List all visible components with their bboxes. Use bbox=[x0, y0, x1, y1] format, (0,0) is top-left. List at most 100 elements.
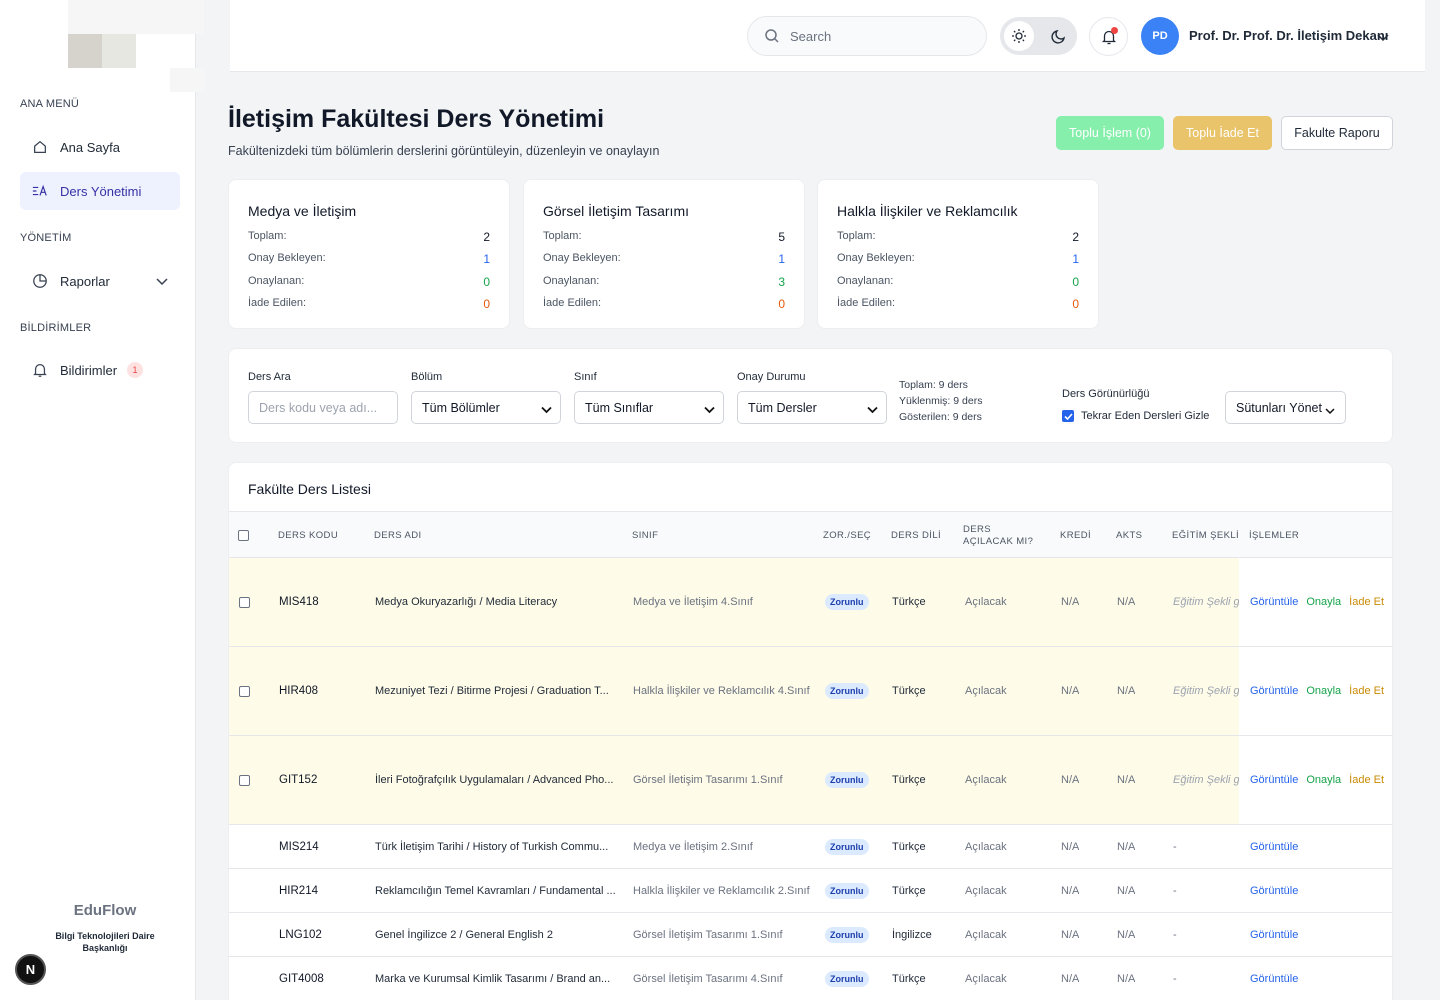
page-subtitle: Fakültenizdeki tüm bölümlerin derslerini… bbox=[228, 144, 660, 158]
table-row[interactable]: LNG102 Genel İngilizce 2 / General Englis… bbox=[229, 913, 1392, 957]
table-row[interactable]: GIT4008 Marka ve Kurumsal Kimlik Tasarımı… bbox=[229, 957, 1392, 1000]
course-code: MIS418 bbox=[279, 596, 319, 608]
header-name[interactable]: DERS ADI bbox=[374, 512, 422, 559]
chevron-down-icon[interactable] bbox=[1377, 30, 1389, 45]
course-credit: N/A bbox=[1061, 928, 1080, 941]
course-credit: N/A bbox=[1061, 685, 1080, 697]
table-row[interactable]: MIS214 Türk İletişim Tarihi / History of … bbox=[229, 825, 1392, 869]
sun-icon[interactable] bbox=[1004, 21, 1034, 51]
avatar[interactable]: PD bbox=[1141, 17, 1179, 55]
department-stat-card: Görsel İletişim Tasarımı Toplam: 5 Onay … bbox=[523, 179, 805, 329]
sidebar-item-label: Raporlar bbox=[60, 273, 110, 289]
approve-button[interactable]: Onayla bbox=[1306, 596, 1341, 608]
notification-dot bbox=[1111, 27, 1118, 34]
approve-button[interactable]: Onayla bbox=[1306, 685, 1341, 697]
corner-badge[interactable]: N bbox=[15, 954, 46, 985]
view-button[interactable]: Görüntüle bbox=[1250, 929, 1298, 941]
course-code: GIT152 bbox=[279, 774, 318, 786]
chevron-down-icon bbox=[704, 403, 715, 417]
stat-row-returned: İade Edilen: 0 bbox=[543, 297, 785, 311]
sidebar-item-home[interactable]: Ana Sayfa bbox=[20, 128, 180, 166]
stat-label: İade Edilen: bbox=[543, 297, 602, 309]
view-button[interactable]: Görüntüle bbox=[1250, 841, 1298, 853]
faculty-report-button[interactable]: Fakulte Raporu bbox=[1281, 116, 1393, 150]
header-mode[interactable]: EĞİTİM ŞEKLİ bbox=[1172, 512, 1239, 559]
approve-button[interactable]: Onayla bbox=[1306, 774, 1341, 786]
table-row[interactable]: HIR214 Reklamcılığın Temel Kavramları / F… bbox=[229, 869, 1392, 913]
table-row[interactable]: GIT152 İleri Fotoğrafçılık Uygulamaları /… bbox=[229, 736, 1392, 825]
sidebar-item-reports[interactable]: Raporlar bbox=[20, 262, 180, 300]
status-select[interactable]: Tüm Dersler bbox=[737, 391, 887, 424]
hide-repeating-toggle[interactable]: Tekrar Eden Dersleri Gizle bbox=[1062, 410, 1209, 422]
view-button[interactable]: Görüntüle bbox=[1250, 774, 1298, 786]
moon-icon[interactable] bbox=[1044, 21, 1074, 51]
course-ects: N/A bbox=[1117, 884, 1136, 897]
stat-row-total: Toplam: 2 bbox=[837, 230, 1079, 244]
bulk-return-button[interactable]: Toplu İade Et bbox=[1173, 116, 1272, 150]
stat-value: 2 bbox=[1072, 230, 1079, 244]
stat-label: Toplam: bbox=[248, 230, 287, 242]
return-button[interactable]: İade Et bbox=[1349, 596, 1384, 608]
header-open[interactable]: DERS AÇILACAK MI? bbox=[963, 512, 1043, 559]
table-row[interactable]: HIR408 Mezuniyet Tezi / Bitirme Projesi /… bbox=[229, 647, 1392, 736]
notifications-button[interactable] bbox=[1089, 17, 1128, 56]
course-name: Türk İletişim Tarihi / History of Turkis… bbox=[375, 840, 609, 853]
class-value: Tüm Sınıflar bbox=[585, 400, 654, 415]
header-code[interactable]: DERS KODU bbox=[278, 512, 338, 559]
course-list-icon bbox=[32, 183, 48, 199]
sidebar-item-label: Ana Sayfa bbox=[60, 139, 120, 155]
table-title: Fakülte Ders Listesi bbox=[248, 481, 371, 497]
card-title: Medya ve İletişim bbox=[248, 203, 357, 219]
select-all-checkbox[interactable] bbox=[238, 530, 249, 541]
stat-value: 1 bbox=[483, 252, 490, 266]
course-open-status: Açılacak bbox=[965, 928, 1007, 941]
row-checkbox[interactable] bbox=[239, 596, 250, 608]
brand-name: EduFlow bbox=[73, 902, 137, 919]
header-credit[interactable]: KREDİ bbox=[1060, 512, 1091, 559]
course-count-summary: Toplam: 9 ders Yüklenmiş: 9 ders Gösteri… bbox=[899, 377, 982, 425]
sidebar-item-notifications[interactable]: Bildirimler 1 bbox=[20, 351, 180, 389]
course-mode: - bbox=[1173, 928, 1177, 941]
table-row[interactable]: MIS418 Medya Okuryazarlığı / Media Litera… bbox=[229, 558, 1392, 647]
course-ects: N/A bbox=[1117, 840, 1136, 853]
course-open-status: Açılacak bbox=[965, 774, 1007, 786]
header-ects[interactable]: AKTS bbox=[1116, 512, 1142, 559]
header-type[interactable]: ZOR./SEÇ bbox=[823, 512, 871, 559]
course-language: Türkçe bbox=[892, 596, 926, 608]
return-button[interactable]: İade Et bbox=[1349, 774, 1384, 786]
search-input[interactable]: Search bbox=[747, 16, 987, 56]
department-select[interactable]: Tüm Bölümler bbox=[411, 391, 561, 424]
view-button[interactable]: Görüntüle bbox=[1250, 885, 1298, 897]
row-checkbox[interactable] bbox=[239, 774, 250, 786]
stat-value: 0 bbox=[483, 275, 490, 289]
course-code: HIR408 bbox=[279, 685, 318, 697]
row-checkbox[interactable] bbox=[239, 685, 250, 697]
course-open-status: Açılacak bbox=[965, 884, 1007, 897]
table-header: DERS KODU DERS ADI SINIF ZOR./SEÇ DERS D… bbox=[229, 511, 1392, 559]
return-button[interactable]: İade Et bbox=[1349, 685, 1384, 697]
view-button[interactable]: Görüntüle bbox=[1250, 973, 1298, 985]
department-stat-card: Halkla İlişkiler ve Reklamcılık Toplam: … bbox=[817, 179, 1099, 329]
course-search-input[interactable]: Ders kodu veya adı... bbox=[248, 391, 398, 424]
stat-row-pending: Onay Bekleyen: 1 bbox=[837, 252, 1079, 266]
chevron-down-icon bbox=[867, 403, 878, 417]
course-class: Görsel İletişim Tasarımı 1.Sınıf bbox=[633, 928, 783, 941]
manage-columns-button[interactable]: Sütunları Yönet bbox=[1225, 391, 1346, 424]
bulk-action-button[interactable]: Toplu İşlem (0) bbox=[1056, 116, 1164, 150]
header-class[interactable]: SINIF bbox=[632, 512, 658, 559]
view-button[interactable]: Görüntüle bbox=[1250, 685, 1298, 697]
hide-repeating-label: Tekrar Eden Dersleri Gizle bbox=[1081, 410, 1210, 422]
stat-label: Onay Bekleyen: bbox=[837, 252, 915, 264]
course-class: Halkla İlişkiler ve Reklamcılık 4.Sınıf bbox=[633, 685, 810, 697]
class-select[interactable]: Tüm Sınıflar bbox=[574, 391, 724, 424]
summary-loaded: Yüklenmiş: 9 ders bbox=[899, 395, 983, 407]
sidebar-item-course-management[interactable]: Ders Yönetimi bbox=[20, 172, 180, 210]
header-language[interactable]: DERS DİLİ bbox=[891, 512, 941, 559]
checkbox-checked[interactable] bbox=[1062, 410, 1074, 422]
user-name[interactable]: Prof. Dr. Prof. Dr. İletişim Dekanı bbox=[1189, 28, 1388, 43]
course-open-status: Açılacak bbox=[965, 972, 1007, 985]
status-label: Onay Durumu bbox=[737, 371, 806, 383]
course-credit: N/A bbox=[1061, 774, 1080, 786]
stat-row-pending: Onay Bekleyen: 1 bbox=[248, 252, 490, 266]
view-button[interactable]: Görüntüle bbox=[1250, 596, 1298, 608]
